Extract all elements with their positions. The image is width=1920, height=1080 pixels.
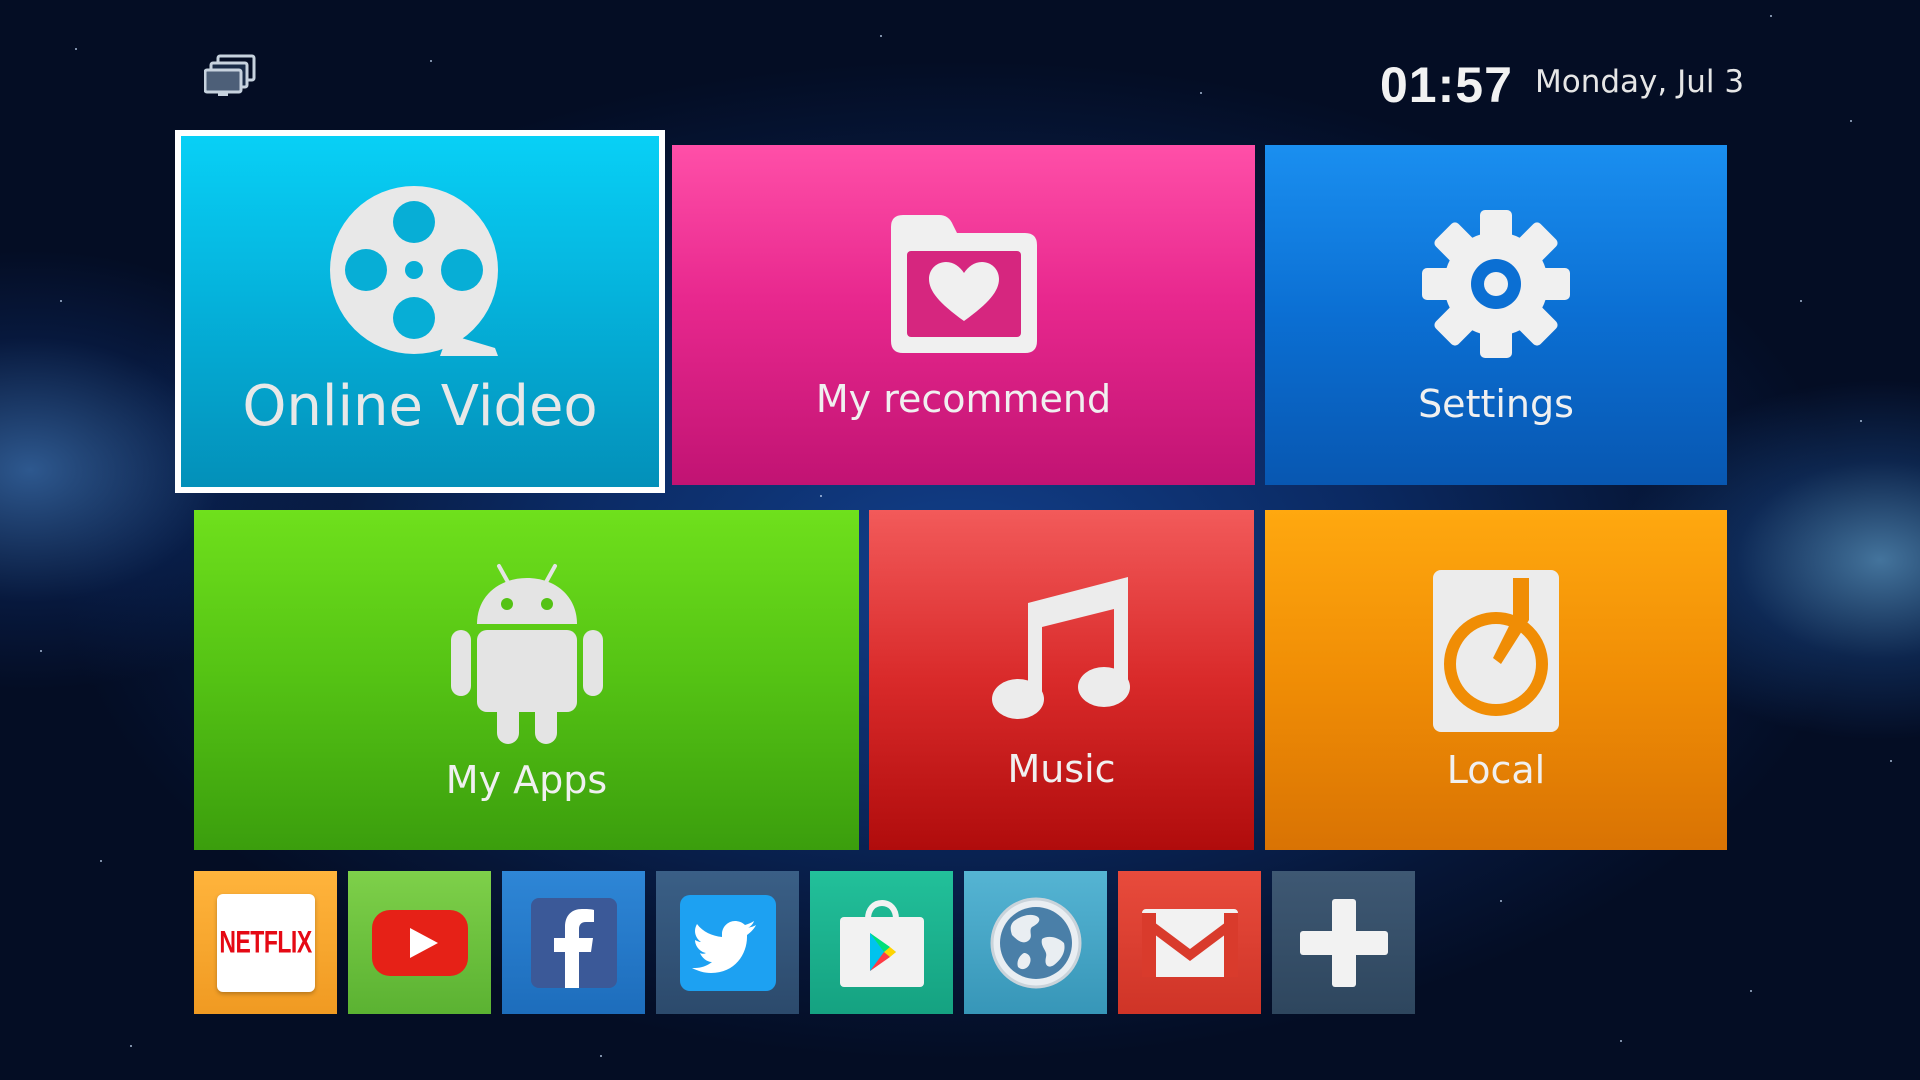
tile-my-recommend-label: My recommend bbox=[815, 377, 1112, 421]
dock-gmail[interactable] bbox=[1118, 871, 1261, 1014]
dock-youtube[interactable] bbox=[348, 871, 491, 1014]
netflix-icon: NETFLIX bbox=[216, 893, 315, 992]
dock-netflix[interactable]: NETFLIX bbox=[194, 871, 337, 1014]
dock-play-store[interactable] bbox=[810, 871, 953, 1014]
gear-icon bbox=[1422, 210, 1570, 358]
tile-my-apps[interactable]: My Apps bbox=[194, 510, 859, 850]
twitter-icon bbox=[679, 894, 776, 991]
film-reel-icon bbox=[330, 186, 498, 356]
tile-music[interactable]: Music bbox=[869, 510, 1254, 850]
android-icon bbox=[450, 564, 603, 744]
tile-my-recommend[interactable]: My recommend bbox=[672, 145, 1255, 485]
tile-music-label: Music bbox=[1007, 747, 1116, 791]
clock-time: 01:57 bbox=[1380, 57, 1513, 113]
plus-icon bbox=[1299, 898, 1388, 987]
disk-drive-icon bbox=[1433, 570, 1559, 732]
multi-screen-icon[interactable] bbox=[203, 54, 260, 98]
globe-icon bbox=[990, 897, 1081, 988]
youtube-icon bbox=[371, 909, 468, 976]
dock-browser[interactable] bbox=[964, 871, 1107, 1014]
dock-twitter[interactable] bbox=[656, 871, 799, 1014]
tile-online-video[interactable]: Online Video bbox=[175, 130, 665, 493]
netflix-wordmark: NETFLIX bbox=[219, 924, 312, 960]
tile-local-label: Local bbox=[1446, 748, 1546, 792]
tile-local[interactable]: Local bbox=[1265, 510, 1727, 850]
clock-date: Monday, Jul 3 bbox=[1535, 64, 1745, 100]
tile-online-video-label: Online Video bbox=[242, 374, 598, 439]
tile-settings[interactable]: Settings bbox=[1265, 145, 1727, 485]
home-screen: 01:57 Monday, Jul 3 My recommend Setting… bbox=[0, 0, 1920, 1080]
dock-facebook[interactable] bbox=[502, 871, 645, 1014]
facebook-icon bbox=[530, 897, 617, 988]
heart-folder-icon bbox=[890, 215, 1037, 353]
tile-settings-label: Settings bbox=[1418, 382, 1574, 426]
mail-icon bbox=[1141, 908, 1238, 977]
tile-my-apps-label: My Apps bbox=[445, 758, 608, 802]
music-note-icon bbox=[991, 577, 1130, 719]
play-store-icon bbox=[839, 899, 924, 987]
dock-add[interactable] bbox=[1272, 871, 1415, 1014]
